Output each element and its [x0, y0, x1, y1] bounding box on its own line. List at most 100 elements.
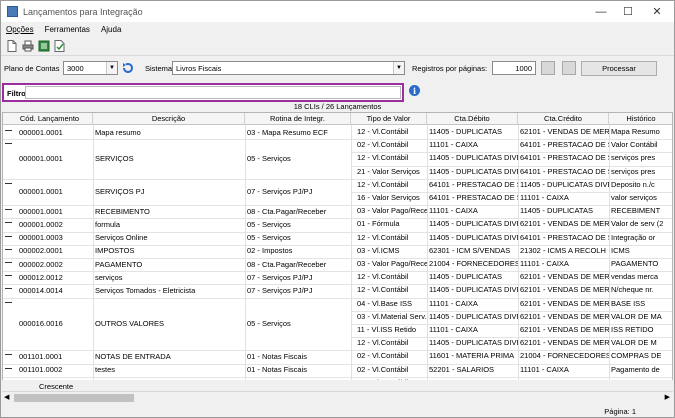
menu-ferramentas[interactable]: Ferramentas: [45, 25, 90, 34]
cell-rotina[interactable]: 05 - Serviços: [245, 318, 351, 330]
cell-cta-credito[interactable]: 62101 - VENDAS DE MERCADO: [518, 126, 609, 138]
cell-descricao[interactable]: Serviços Online: [93, 232, 245, 244]
settings-icon[interactable]: [541, 61, 555, 75]
refresh-icon[interactable]: [121, 61, 135, 75]
cell-codigo[interactable]: 000016.0016: [17, 318, 93, 330]
cell-codigo[interactable]: 000002.0002: [17, 259, 93, 271]
cell-tipo-valor[interactable]: 03 - Valor Pago/Recebi: [355, 258, 427, 270]
cell-historico[interactable]: Valor Contábil: [609, 139, 672, 151]
collapse-icon[interactable]: [5, 182, 12, 184]
collapse-icon[interactable]: [5, 275, 12, 277]
collapse-icon[interactable]: [5, 367, 12, 369]
cell-codigo[interactable]: 000014.0014: [17, 285, 93, 297]
col-cta-credito-header[interactable]: Cta.Crédito: [518, 113, 609, 125]
cell-codigo[interactable]: 000002.0001: [17, 245, 93, 257]
menu-ajuda[interactable]: Ajuda: [101, 25, 121, 34]
cell-historico[interactable]: vendas merca: [609, 271, 672, 283]
cell-tipo-valor[interactable]: 12 - Vl.Contábil: [355, 179, 427, 191]
horizontal-scrollbar[interactable]: ◀ ▶: [2, 391, 673, 403]
cell-rotina[interactable]: 07 - Serviços PJ/PJ: [245, 285, 351, 297]
menu-opcoes[interactable]: Opções: [6, 25, 34, 34]
calculator-icon[interactable]: [562, 61, 576, 75]
cell-cta-debito[interactable]: 11405 - DUPLICATAS DIVE: [427, 152, 518, 164]
cell-cta-debito[interactable]: 11405 - DUPLICATAS DIVE: [427, 166, 518, 178]
cell-descricao[interactable]: SERVIÇOS PJ: [93, 186, 245, 198]
cell-cta-credito[interactable]: 11101 - CAIXA: [518, 364, 609, 376]
cell-tipo-valor[interactable]: 12 - Vl.Contábil: [355, 126, 427, 138]
cell-tipo-valor[interactable]: 01 - Fórmula: [355, 218, 427, 230]
collapse-icon[interactable]: [5, 235, 12, 237]
col-historico-header[interactable]: Histórico: [609, 113, 672, 125]
cell-cta-credito[interactable]: 62101 - VENDAS DE MERCADO: [518, 218, 609, 230]
cell-historico[interactable]: serviços pres: [609, 152, 672, 164]
cell-cta-debito[interactable]: 11101 - CAIXA: [427, 205, 518, 217]
cell-cta-credito[interactable]: 11101 - CAIXA: [518, 192, 609, 204]
cell-codigo[interactable]: 001101.0002: [17, 364, 93, 376]
registros-input[interactable]: 1000: [492, 61, 536, 75]
cell-historico[interactable]: Pagamento de: [609, 364, 672, 376]
cell-cta-debito[interactable]: 11405 - DUPLICATAS: [427, 126, 518, 138]
cell-descricao[interactable]: IMPOSTOS: [93, 245, 245, 257]
cell-historico[interactable]: ICMS: [609, 245, 672, 257]
cell-rotina[interactable]: 07 - Serviços PJ/PJ: [245, 272, 351, 284]
sistema-select[interactable]: Livros Fiscais ▼: [172, 61, 405, 75]
cell-rotina[interactable]: 07 - Serviços PJ/PJ: [245, 186, 351, 198]
cell-descricao[interactable]: testes: [93, 364, 245, 376]
scroll-left-icon[interactable]: ◀: [4, 393, 9, 401]
cell-cta-debito[interactable]: 11405 - DUPLICATAS DIVE: [427, 337, 518, 349]
cell-historico[interactable]: VALOR DE MA: [609, 311, 672, 323]
cell-historico[interactable]: BASE ISS: [609, 298, 672, 310]
cell-descricao[interactable]: Mapa resumo: [93, 127, 245, 139]
cell-codigo[interactable]: 000001.0002: [17, 219, 93, 231]
filter-input[interactable]: [25, 86, 401, 99]
cell-cta-credito[interactable]: 62101 - VENDAS DE MERCADO: [518, 298, 609, 310]
export-icon[interactable]: [37, 40, 50, 53]
cell-rotina[interactable]: 02 - Impostos: [245, 245, 351, 257]
cell-tipo-valor[interactable]: 04 - Vl.Base ISS: [355, 298, 427, 310]
cell-tipo-valor[interactable]: 11 - Vl.ISS Retido: [355, 324, 427, 336]
cell-cta-debito[interactable]: 11405 - DUPLICATAS DIVE: [427, 218, 518, 230]
cell-rotina[interactable]: 08 - Cta.Pagar/Receber: [245, 206, 351, 218]
cell-historico[interactable]: serviços pres: [609, 166, 672, 178]
info-icon[interactable]: i: [409, 85, 420, 96]
cell-rotina[interactable]: 03 - Mapa Resumo ECF: [245, 127, 351, 139]
cell-cta-credito[interactable]: 64101 - PRESTACAO DE SE: [518, 139, 609, 151]
cell-rotina[interactable]: 08 - Cta.Pagar/Receber: [245, 259, 351, 271]
cell-descricao[interactable]: RECEBIMENTO: [93, 206, 245, 218]
cell-historico[interactable]: Mapa Resumo: [609, 126, 672, 138]
cell-cta-credito[interactable]: 62101 - VENDAS DE MERCADO: [518, 311, 609, 323]
cell-tipo-valor[interactable]: 02 - Vl.Contábil: [355, 350, 427, 362]
cell-cta-debito[interactable]: 11405 - DUPLICATAS: [427, 271, 518, 283]
cell-codigo[interactable]: 001101.0001: [17, 351, 93, 363]
cell-cta-debito[interactable]: 64101 - PRESTACAO DE SE: [427, 192, 518, 204]
cell-cta-debito[interactable]: 11405 - DUPLICATAS DIVE: [427, 284, 518, 296]
cell-codigo[interactable]: 000001.0001: [17, 186, 93, 198]
cell-rotina[interactable]: 01 - Notas Fiscais: [245, 364, 351, 376]
cell-cta-debito[interactable]: 64101 - PRESTACAO DE SE: [427, 179, 518, 191]
cell-tipo-valor[interactable]: 03 - Vl.ICMS: [355, 245, 427, 257]
scroll-right-icon[interactable]: ▶: [665, 393, 670, 401]
collapse-icon[interactable]: [5, 209, 12, 211]
cell-cta-credito[interactable]: 62101 - VENDAS DE MERCADO: [518, 271, 609, 283]
collapse-icon[interactable]: [5, 130, 12, 131]
cell-descricao[interactable]: formula: [93, 219, 245, 231]
cell-rotina[interactable]: 01 - Notas Fiscais: [245, 351, 351, 363]
cell-cta-credito[interactable]: 11405 - DUPLICATAS: [518, 205, 609, 217]
cell-cta-debito[interactable]: 11601 - MATERIA PRIMA: [427, 350, 518, 362]
cell-cta-debito[interactable]: 62301 - ICM S/VENDAS: [427, 245, 518, 257]
cell-tipo-valor[interactable]: 03 - Valor Pago/Recebi: [355, 205, 427, 217]
cell-historico[interactable]: Integração or: [609, 232, 672, 244]
cell-rotina[interactable]: 05 - Serviços: [245, 219, 351, 231]
collapse-icon[interactable]: [5, 248, 12, 250]
cell-historico[interactable]: PAGAMENTO: [609, 258, 672, 270]
close-button[interactable]: ✕: [644, 1, 670, 22]
cell-cta-credito[interactable]: 62101 - VENDAS DE MERCADO: [518, 324, 609, 336]
collapse-icon[interactable]: [5, 301, 12, 303]
cell-descricao[interactable]: OUTROS VALORES: [93, 318, 245, 330]
cell-tipo-valor[interactable]: 12 - Vl.Contábil: [355, 271, 427, 283]
cell-historico[interactable]: N/cheque nr.: [609, 284, 672, 296]
cell-cta-credito[interactable]: 64101 - PRESTACAO DE SE: [518, 166, 609, 178]
col-rotina-header[interactable]: Rotina de Integr.: [245, 113, 351, 125]
collapse-icon[interactable]: [5, 354, 12, 356]
cell-cta-credito[interactable]: 11101 - CAIXA: [518, 258, 609, 270]
